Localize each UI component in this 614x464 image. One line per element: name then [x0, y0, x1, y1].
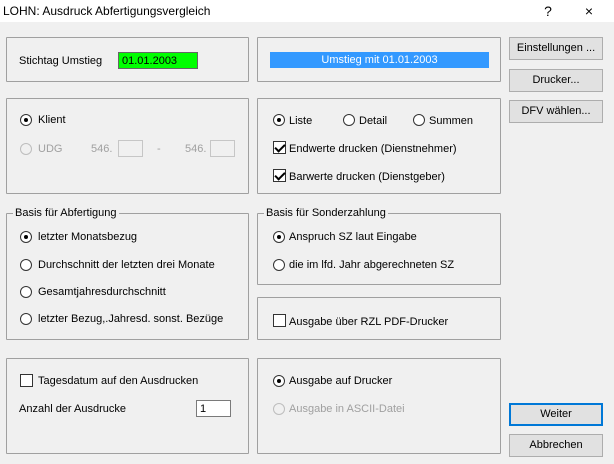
title-bar: LOHN: Ausdruck Abfertigungsvergleich ? ×	[0, 0, 614, 22]
barwerte-label: Barwerte drucken (Dienstgeber)	[289, 171, 445, 183]
abf-option-radio-4[interactable]	[20, 313, 32, 325]
abf-option-label-2: Durchschnitt der letzten drei Monate	[38, 259, 215, 271]
umstieg-banner: Umstieg mit 01.01.2003	[270, 52, 489, 68]
tagesdatum-checkbox[interactable]	[20, 374, 33, 387]
sz-option-label-1: Anspruch SZ laut Eingabe	[289, 231, 417, 243]
ascii-output-radio[interactable]	[273, 403, 285, 415]
drucker-output-label: Ausgabe auf Drucker	[289, 375, 393, 387]
abf-option-radio-2[interactable]	[20, 259, 32, 271]
tagesdatum-label: Tagesdatum auf den Ausdrucken	[38, 375, 199, 387]
range-prefix-to: 546.	[185, 143, 207, 155]
close-button[interactable]: ×	[574, 1, 604, 21]
mode-panel: Liste Detail Summen Endwerte drucken (Di…	[257, 98, 501, 194]
klient-label: Klient	[38, 114, 66, 126]
einstellungen-button[interactable]: Einstellungen ...	[509, 37, 603, 60]
anzahl-input[interactable]: 1	[196, 400, 231, 417]
endwerte-checkbox[interactable]	[273, 141, 286, 154]
basis-abfertigung-group: Basis für Abfertigung letzter Monatsbezu…	[6, 207, 249, 340]
drucker-output-radio[interactable]	[273, 375, 285, 387]
detail-radio[interactable]	[343, 114, 355, 126]
anzahl-label: Anzahl der Ausdrucke	[19, 403, 127, 415]
stichtag-input[interactable]: 01.01.2003	[118, 52, 198, 69]
endwerte-label: Endwerte drucken (Dienstnehmer)	[289, 143, 457, 155]
sz-option-radio-1[interactable]	[273, 231, 285, 243]
summen-label: Summen	[429, 115, 474, 127]
liste-label: Liste	[289, 115, 313, 127]
udg-radio[interactable]	[20, 143, 32, 155]
barwerte-checkbox[interactable]	[273, 169, 286, 182]
abbrechen-button[interactable]: Abbrechen	[509, 434, 603, 457]
summen-radio[interactable]	[413, 114, 425, 126]
abf-option-label-1: letzter Monatsbezug	[38, 231, 138, 243]
dfv-button[interactable]: DFV wählen...	[509, 100, 603, 123]
detail-label: Detail	[359, 115, 388, 127]
drucker-button[interactable]: Drucker...	[509, 69, 603, 92]
window-title: LOHN: Ausdruck Abfertigungsvergleich	[3, 4, 211, 18]
ausgabe-panel: Ausgabe auf Drucker Ausgabe in ASCII-Dat…	[257, 358, 501, 454]
abf-option-radio-3[interactable]	[20, 286, 32, 298]
scope-panel: Klient UDG 546. - 546.	[6, 98, 249, 194]
stichtag-panel: Stichtag Umstieg 01.01.2003	[6, 37, 249, 82]
liste-radio[interactable]	[273, 114, 285, 126]
rzl-pdf-label: Ausgabe über RZL PDF-Drucker	[289, 316, 449, 328]
ascii-output-label: Ausgabe in ASCII-Datei	[289, 403, 405, 415]
abf-option-radio-1[interactable]	[20, 231, 32, 243]
klient-radio[interactable]	[20, 114, 32, 126]
range-to-input[interactable]	[210, 140, 235, 157]
abf-option-label-4: letzter Bezug,.Jahresd. sonst. Bezüge	[38, 313, 224, 325]
rzl-pdf-checkbox[interactable]	[273, 314, 286, 327]
help-button[interactable]: ?	[533, 1, 563, 21]
basis-sonderzahlung-legend: Basis für Sonderzahlung	[264, 207, 388, 219]
sz-option-label-2: die im lfd. Jahr abgerechneten SZ	[289, 259, 455, 271]
basis-sonderzahlung-group: Basis für Sonderzahlung Anspruch SZ laut…	[257, 207, 501, 285]
abf-option-label-3: Gesamtjahresdurchschnitt	[38, 286, 166, 298]
basis-abfertigung-legend: Basis für Abfertigung	[13, 207, 119, 219]
range-from-input[interactable]	[118, 140, 143, 157]
range-prefix-from: 546.	[91, 143, 113, 155]
sz-option-radio-2[interactable]	[273, 259, 285, 271]
stichtag-label: Stichtag Umstieg	[19, 55, 103, 67]
range-separator: -	[157, 143, 161, 155]
print-options-panel: Tagesdatum auf den Ausdrucken Anzahl der…	[6, 358, 249, 454]
rzl-panel: Ausgabe über RZL PDF-Drucker	[257, 297, 501, 340]
umstieg-panel: Umstieg mit 01.01.2003	[257, 37, 501, 82]
udg-label: UDG	[38, 143, 63, 155]
weiter-button[interactable]: Weiter	[509, 403, 603, 426]
